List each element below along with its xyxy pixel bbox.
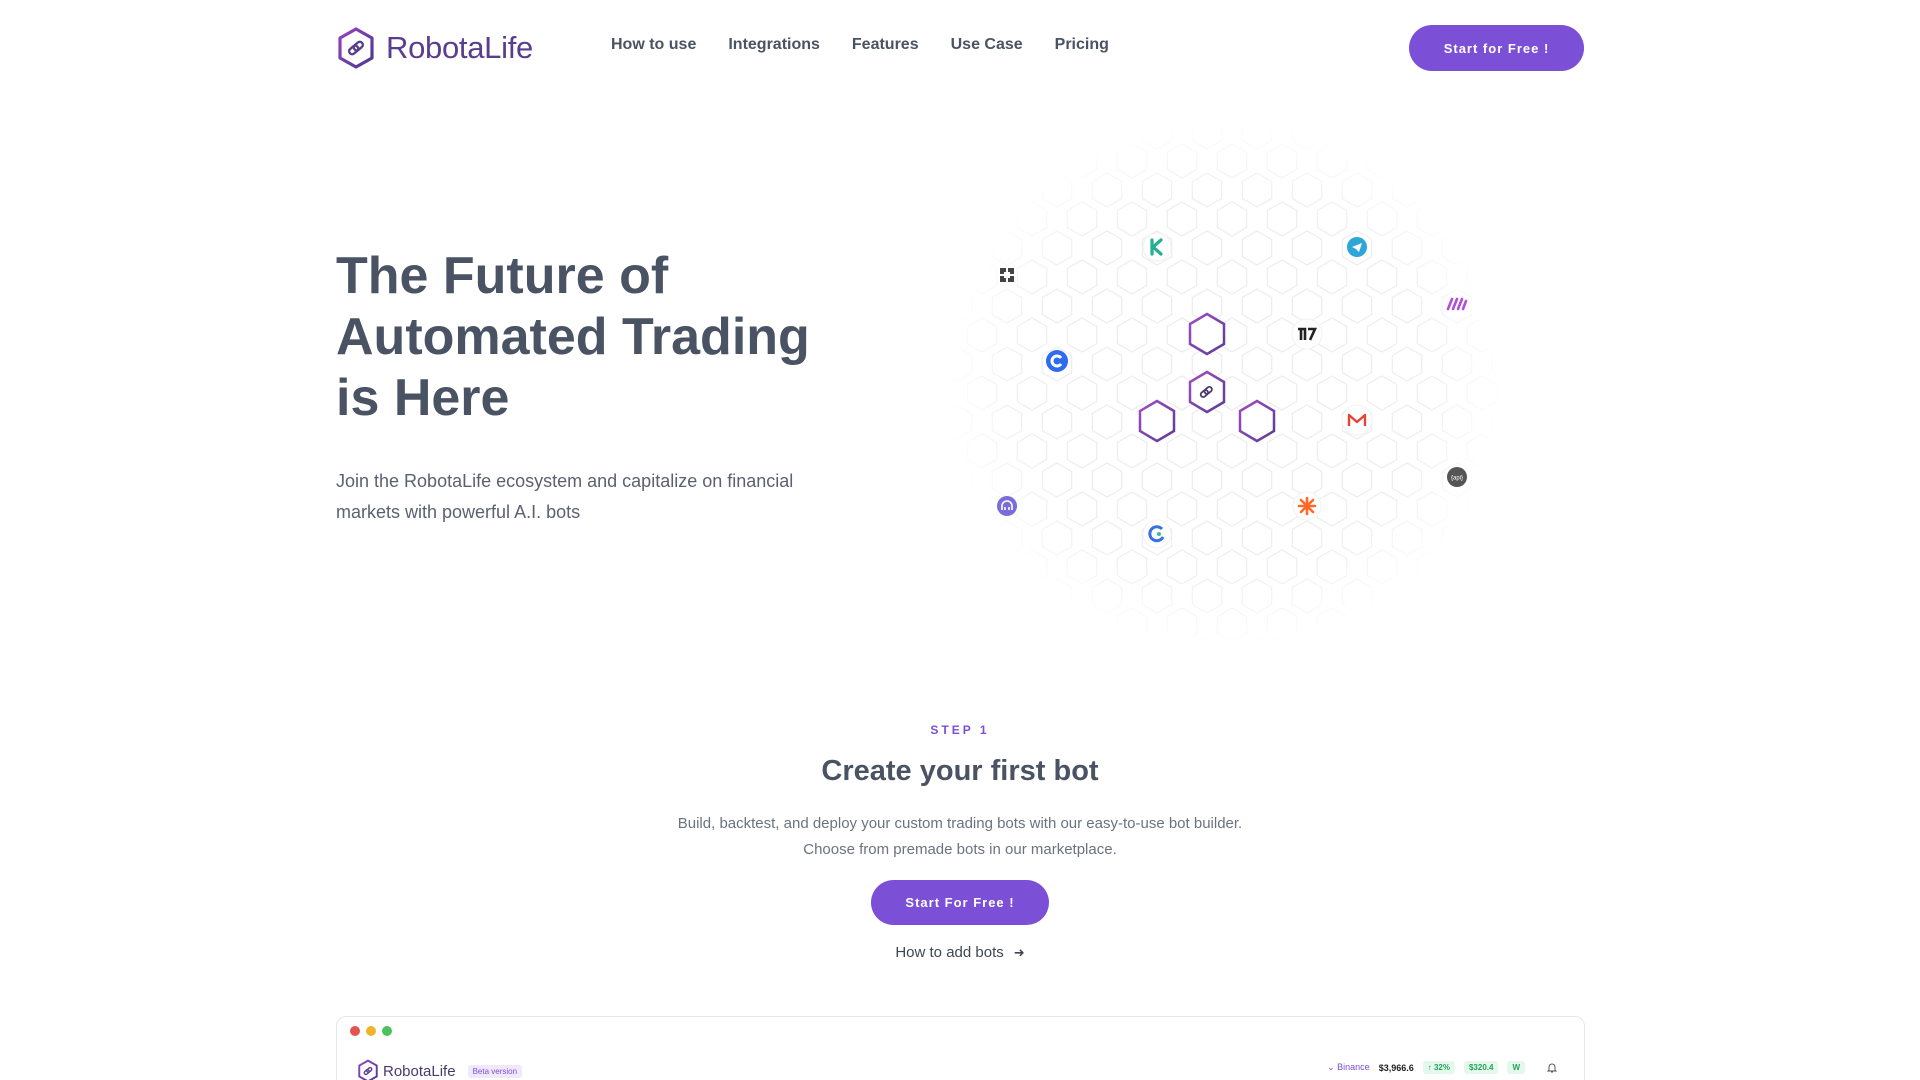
start-for-free-button[interactable]: Start For Free ! — [871, 880, 1049, 925]
tradingview-icon — [1291, 318, 1323, 350]
nav-use-case[interactable]: Use Case — [951, 36, 1023, 54]
zapier-icon — [1292, 491, 1322, 521]
hero-subtitle: Join the RobotaLife ecosystem and capita… — [336, 466, 816, 528]
coinbase-icon — [1046, 350, 1068, 372]
step-title: Create your first bot — [821, 755, 1099, 787]
telegram-icon — [1347, 237, 1367, 257]
window-controls — [350, 1026, 392, 1036]
window-dot-red — [350, 1026, 360, 1036]
nav-how-to-use[interactable]: How to use — [611, 36, 696, 54]
preview-status-bar: ⌄ Binance $3,966.6 ↑ 32% $320.4 W — [1327, 1061, 1558, 1074]
hero-title-line: Automated Trading — [336, 308, 810, 366]
kucoin-icon — [1142, 232, 1172, 262]
api-icon: {api} — [1447, 467, 1467, 487]
logo-text: RobotaLife — [386, 30, 533, 65]
preview-logo: RobotaLife Beta version — [357, 1059, 523, 1080]
hero-subtitle-line: markets with powerful A.I. bots — [336, 502, 581, 522]
svg-text:{api}: {api} — [1451, 476, 1463, 482]
chevron-down-icon: ⌄ — [1327, 1062, 1335, 1072]
exchange-selector[interactable]: ⌄ Binance — [1327, 1062, 1370, 1073]
hero-title-line: The Future of — [336, 247, 669, 305]
arrow-right-icon: ➜ — [1013, 944, 1025, 960]
hex-purple-left — [1138, 399, 1176, 443]
hex-purple-top — [1188, 312, 1226, 356]
change-badge: ↑ 32% — [1422, 1061, 1455, 1074]
value-badge: $320.4 — [1463, 1061, 1499, 1074]
gmail-icon — [1341, 404, 1373, 436]
beta-badge: Beta version — [467, 1064, 523, 1078]
gatorade-icon — [1142, 519, 1172, 549]
top-navigation: RobotaLife How to use Integrations Featu… — [0, 0, 1920, 96]
start-free-button[interactable]: Start for Free ! — [1409, 25, 1584, 71]
step-description-line: Build, backtest, and deploy your custom … — [677, 815, 1243, 832]
preview-logo-text: RobotaLife — [383, 1062, 456, 1080]
how-to-add-bots-label: How to add bots — [895, 944, 1004, 961]
step-description: Build, backtest, and deploy your custom … — [0, 811, 1920, 863]
hero-title-line: is Here — [336, 369, 510, 427]
hex-purple-right — [1238, 399, 1276, 443]
kraken-icon — [997, 496, 1017, 516]
integrations-hex-graphic: {api} — [945, 120, 1505, 650]
hero-title: The Future of Automated Trading is Here — [336, 246, 856, 429]
nav-pricing[interactable]: Pricing — [1055, 36, 1109, 54]
portfolio-price: $3,966.6 — [1378, 1062, 1414, 1073]
nav-links: How to use Integrations Features Use Cas… — [611, 36, 1109, 54]
nav-integrations[interactable]: Integrations — [728, 36, 820, 54]
how-to-add-bots-link[interactable]: How to add bots ➜ — [0, 944, 1920, 961]
bell-icon[interactable] — [1546, 1062, 1558, 1074]
step-label: STEP 1 — [930, 723, 990, 737]
hero-subtitle-line: Join the RobotaLife ecosystem and capita… — [336, 471, 794, 491]
wallet-badge[interactable]: W — [1507, 1061, 1525, 1074]
robotalife-hex-icon — [358, 1059, 378, 1080]
step-description-line: Choose from premade bots in our marketpl… — [803, 841, 1117, 858]
exchange-name: Binance — [1337, 1062, 1370, 1072]
brand-logo[interactable]: RobotaLife — [336, 26, 533, 70]
window-dot-yellow — [366, 1026, 376, 1036]
app-preview-window: RobotaLife Beta version ⌄ Binance $3,966… — [336, 1016, 1585, 1080]
hex-purple-center — [1188, 370, 1226, 414]
robotalife-hex-icon — [338, 27, 374, 69]
nav-features[interactable]: Features — [852, 36, 919, 54]
window-dot-green — [382, 1026, 392, 1036]
